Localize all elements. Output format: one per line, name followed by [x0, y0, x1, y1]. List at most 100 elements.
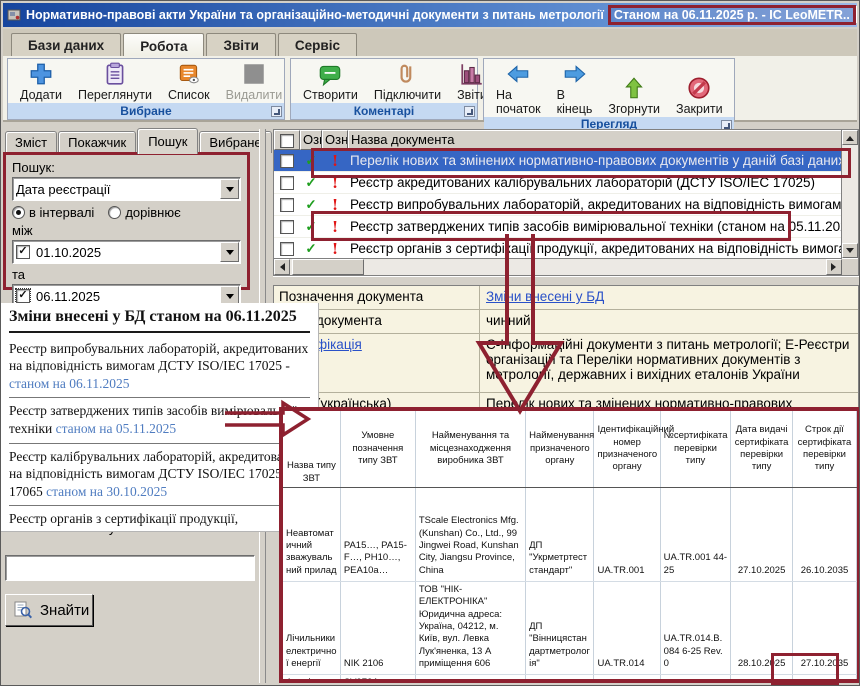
search-icon [13, 600, 33, 620]
list-icon [176, 61, 202, 87]
group-expander-icon[interactable] [271, 106, 282, 117]
bar-chart-icon [459, 61, 485, 87]
arrow-up-icon [621, 75, 647, 101]
header-ozn1[interactable]: Озн [300, 130, 322, 150]
ribbon-group-comments: Створити Підключити Звіти [290, 58, 478, 120]
table-row[interactable]: ✓ ! Реєстр органів з сертифікації продук… [274, 238, 842, 260]
add-button-label: Додати [20, 88, 62, 102]
date-to-checkbox[interactable]: ✓ [16, 289, 30, 303]
table-row: Аналізатори рівнів звуку та вібрації SV9… [283, 675, 857, 683]
detail-row-status: документа чинний [274, 310, 858, 334]
date-from-checkbox[interactable]: ✓ [16, 245, 30, 259]
attach-button[interactable]: Підключити [366, 60, 449, 103]
registry-header-row: Назва типу ЗВТ Умовне позначення типу ЗВ… [283, 411, 857, 488]
cell: 27.10.2025 [731, 488, 793, 582]
horizontal-scrollbar[interactable] [274, 258, 842, 275]
header-doc-title[interactable]: Назва документа [348, 130, 858, 150]
cell: ТОВ "НІК-ЕЛЕКТРОНІКА" Юридична адреса: У… [415, 582, 525, 675]
search-field-select[interactable]: Дата реєстрації [12, 177, 241, 201]
radio-dot-icon [108, 206, 121, 219]
changes-link[interactable]: Зміни внесені у БД [486, 289, 604, 304]
popup-entry-date: станом на 06.11.2025 [9, 376, 130, 391]
detail-value: Є-Інформаційні документи з питань метрол… [480, 334, 858, 392]
cell: 05.11.2035 [792, 675, 856, 683]
radio-equals[interactable]: дорівнює [108, 205, 180, 220]
checkbox-icon[interactable] [280, 176, 294, 190]
checkbox-icon[interactable] [280, 242, 294, 256]
ribbon-toolbar: Додати Переглянути [3, 56, 857, 122]
radio-interval[interactable]: в інтервалі [12, 205, 94, 220]
detail-row-classification: фікація Є-Інформаційні документи з питан… [274, 334, 858, 393]
table-row[interactable]: ✓ ! Перелік нових та змінених нормативно… [274, 150, 842, 172]
comment-icon [317, 61, 343, 87]
ribbon-tab-service[interactable]: Сервіс [278, 33, 357, 56]
table-row[interactable]: ✓ ! Реєстр акредитованих калібрувальних … [274, 172, 842, 194]
group-expander-icon[interactable] [464, 106, 475, 117]
col-header: Умовне позначення типу ЗВТ [340, 411, 415, 488]
checkbox-icon[interactable] [280, 134, 294, 148]
cell: 27.10.2035 [792, 582, 856, 675]
scroll-right-button[interactable] [826, 259, 842, 275]
changes-popup: Зміни внесені у БД станом на 06.11.2025 … [1, 303, 319, 532]
checkbox-icon[interactable] [280, 154, 294, 168]
go-start-button[interactable]: На початок [488, 60, 549, 117]
cell: Лічильники електричної енергії [283, 582, 340, 675]
scroll-up-button[interactable] [842, 130, 858, 145]
chevron-down-icon[interactable] [220, 242, 239, 262]
cell: UA.TR.014.B.084 6-25 Rev. 0 [660, 582, 731, 675]
classification-link[interactable]: фікація [316, 337, 362, 352]
go-end-label: В кінець [557, 88, 593, 116]
check-icon: ✓ [300, 197, 322, 213]
header-ozn2[interactable]: Озн [322, 130, 348, 150]
global-search-panel: Глобальний пошук: Знайти [5, 520, 255, 640]
checkbox-icon[interactable] [280, 220, 294, 234]
cell: NIK 2106 [340, 582, 415, 675]
ribbon-tab-databases[interactable]: Бази даних [11, 33, 121, 56]
table-row: Лічильники електричної енергії NIK 2106 … [283, 582, 857, 675]
cell: ДП "Укрметртестстандарт" [526, 488, 594, 582]
go-end-button[interactable]: В кінець [549, 60, 601, 117]
delete-button: Видалити [218, 60, 291, 103]
find-button[interactable]: Знайти [5, 594, 93, 626]
vertical-scrollbar[interactable] [841, 130, 858, 258]
popup-entry: Реєстр калібрувальних лабораторій, акред… [9, 444, 310, 507]
find-button-label: Знайти [40, 602, 89, 619]
popup-entry: Реєстр органів з сертифікації продукції,… [9, 506, 310, 532]
table-row: Неавтоматичний зважувальний прилад PA15…… [283, 488, 857, 582]
scroll-down-button[interactable] [842, 243, 858, 258]
view-button[interactable]: Переглянути [70, 60, 160, 103]
global-search-input[interactable] [5, 555, 255, 581]
delete-button-label: Видалити [226, 88, 283, 102]
minimize-button[interactable]: _ [856, 6, 857, 24]
popup-entry-text: Реєстр випробувальних лабораторій, акред… [9, 341, 308, 374]
header-select-all[interactable] [274, 130, 300, 150]
col-header: Строк дії сертифіката перевірки типу [792, 411, 856, 488]
popup-title: Зміни внесені у БД станом на 06.11.2025 [9, 307, 310, 333]
ribbon-group-view: На початок В кінець Згорнути [483, 58, 735, 120]
between-label: між [12, 223, 241, 238]
chevron-down-icon[interactable] [220, 179, 239, 199]
date-from-picker[interactable]: ✓ 01.10.2025 [12, 240, 241, 264]
sidebar-tab-contents[interactable]: Зміст [5, 131, 57, 153]
doc-title: Перелік нових та змінених нормативно-пра… [348, 153, 842, 168]
add-button[interactable]: Додати [12, 60, 70, 103]
scrollbar-thumb[interactable] [292, 259, 364, 275]
ribbon-tab-reports[interactable]: Звіти [206, 33, 275, 56]
document-list: Озн Озн Назва документа ✓ ! Перелік нови… [273, 129, 859, 276]
sidebar-tab-search[interactable]: Пошук [137, 128, 198, 154]
col-header: Ідентифікаційний номер призначеного орга… [594, 411, 660, 488]
doc-title: Реєстр випробувальних лабораторій, акред… [348, 197, 842, 212]
ribbon-tab-work[interactable]: Робота [123, 33, 204, 57]
table-row[interactable]: ✓ ! Реєстр випробувальних лабораторій, а… [274, 194, 842, 216]
collapse-button[interactable]: Згорнути [600, 60, 668, 117]
create-comment-button[interactable]: Створити [295, 60, 366, 103]
sidebar-tab-index[interactable]: Покажчик [58, 131, 136, 153]
table-row[interactable]: ✓ ! Реєстр затверджених типів засобів ви… [274, 216, 842, 238]
cell: Аналізатори рівнів звуку та вібрації [283, 675, 340, 683]
close-db-button[interactable]: Закрити [668, 60, 731, 117]
col-header: Найменування призначеного органу [526, 411, 594, 488]
scroll-left-button[interactable] [274, 259, 290, 275]
list-button[interactable]: Список [160, 60, 218, 103]
col-header: Назва типу ЗВТ [283, 411, 340, 488]
checkbox-icon[interactable] [280, 198, 294, 212]
